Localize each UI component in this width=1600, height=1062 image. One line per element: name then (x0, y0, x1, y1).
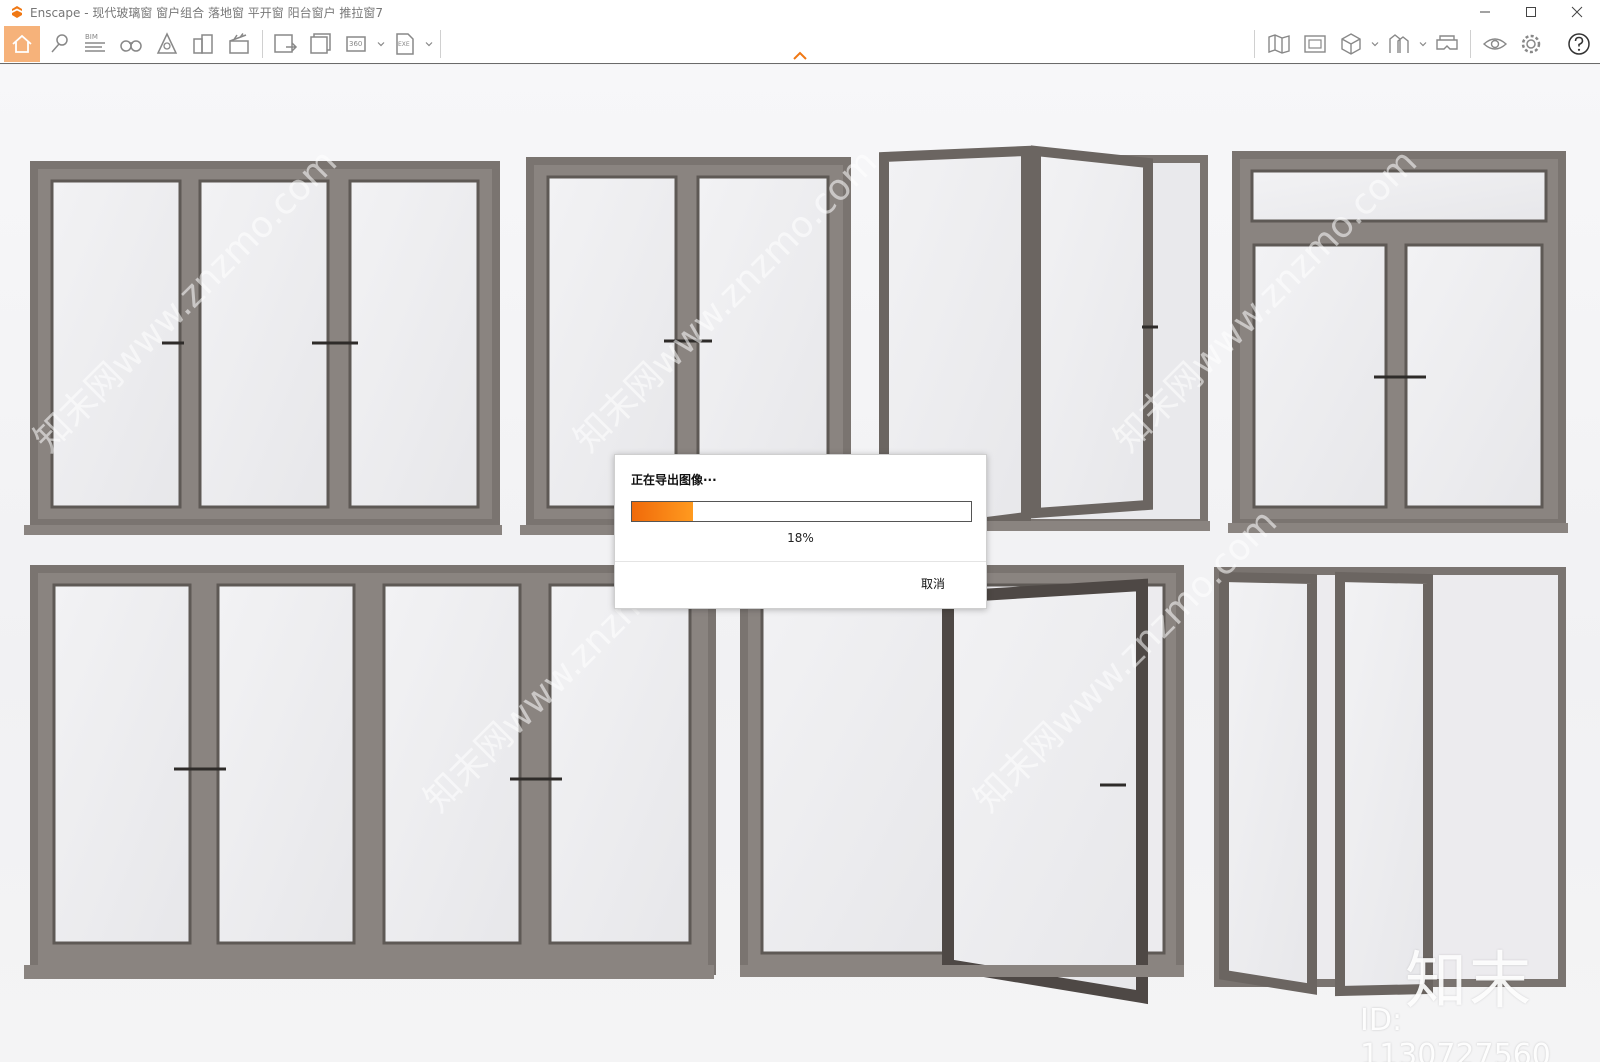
bim-label: BIM (85, 33, 98, 41)
window-model-4 (1228, 151, 1568, 533)
home-button[interactable] (4, 26, 40, 62)
location-button[interactable] (42, 28, 76, 60)
minimize-icon (1480, 11, 1490, 13)
vr-headset-icon (1436, 35, 1458, 50)
help-icon (1568, 33, 1590, 55)
export-progress-bar (631, 501, 972, 522)
vr-button[interactable] (1430, 28, 1464, 60)
buildings-button[interactable] (186, 28, 220, 60)
asset-library-icon (1304, 35, 1326, 53)
chevron-down-icon[interactable] (1371, 40, 1379, 48)
map-button[interactable] (1262, 28, 1296, 60)
video-editor-button[interactable] (222, 28, 256, 60)
window-model-7 (1214, 567, 1566, 997)
bim-icon: BIM (85, 33, 105, 52)
location-pin-icon (51, 34, 68, 53)
progress-percent-text: 18% (787, 531, 814, 545)
maximize-icon (1526, 7, 1536, 17)
toolbar-separator (262, 30, 263, 58)
material-button[interactable] (1334, 28, 1368, 60)
toolbar-separator (1254, 30, 1255, 58)
screenshot-export-icon (274, 34, 298, 53)
material-cube-icon (1341, 33, 1361, 55)
visual-settings-button[interactable] (1478, 28, 1512, 60)
maximize-button[interactable] (1508, 0, 1554, 24)
collapse-toolbar-caret-icon[interactable] (792, 51, 808, 61)
binoculars-icon (120, 40, 142, 52)
atmosphere-button[interactable] (150, 28, 184, 60)
chevron-down-icon[interactable] (1419, 40, 1427, 48)
exe-export-icon: EXE (396, 33, 414, 55)
panorama-button[interactable]: 360 (340, 28, 374, 60)
upload-icon (1389, 34, 1409, 53)
enscape-window: Enscape - 现代玻璃窗 窗户组合 落地窗 平开窗 阳台窗户 推拉窗7 B… (0, 0, 1600, 1062)
views-button[interactable] (114, 28, 148, 60)
buildings-icon (193, 34, 213, 54)
toolbar-separator (1470, 30, 1471, 58)
cancel-button[interactable]: 取消 (921, 575, 945, 592)
upload-button[interactable] (1382, 28, 1416, 60)
settings-gear-icon (1521, 34, 1541, 54)
chevron-down-icon[interactable] (377, 40, 385, 48)
window-title: Enscape - 现代玻璃窗 窗户组合 落地窗 平开窗 阳台窗户 推拉窗7 (30, 5, 384, 20)
bim-button[interactable]: BIM (78, 28, 112, 60)
pano-label: 360 (349, 40, 362, 48)
watermark-id: ID: 1130727560 (1360, 1003, 1551, 1062)
home-icon (12, 34, 32, 53)
close-icon (1571, 6, 1583, 18)
toolbar-separator (440, 30, 441, 58)
video-editor-icon (229, 33, 249, 54)
screenshot-button[interactable] (268, 28, 302, 60)
export-progress-dialog: 正在导出图像··· 18% 取消 (614, 454, 987, 609)
enscape-logo-icon (12, 6, 22, 18)
title-bar: Enscape - 现代玻璃窗 窗户组合 落地窗 平开窗 阳台窗户 推拉窗7 (0, 0, 1600, 24)
help-button[interactable] (1562, 28, 1596, 60)
window-controls (1462, 0, 1600, 24)
batch-render-button[interactable] (304, 28, 338, 60)
dialog-divider (615, 561, 986, 562)
visual-settings-icon (1482, 38, 1508, 50)
exe-label: EXE (398, 41, 410, 48)
progress-fill (632, 502, 694, 521)
asset-library-button[interactable] (1298, 28, 1332, 60)
settings-button[interactable] (1514, 28, 1548, 60)
panorama-360-icon: 360 (346, 36, 366, 52)
map-icon (1268, 34, 1290, 54)
exe-export-button[interactable]: EXE (388, 28, 422, 60)
batch-export-icon (310, 33, 331, 54)
chevron-down-icon[interactable] (425, 40, 433, 48)
minimize-button[interactable] (1462, 0, 1508, 24)
dialog-title: 正在导出图像··· (631, 473, 717, 487)
atmosphere-icon (156, 32, 178, 54)
close-button[interactable] (1554, 0, 1600, 24)
